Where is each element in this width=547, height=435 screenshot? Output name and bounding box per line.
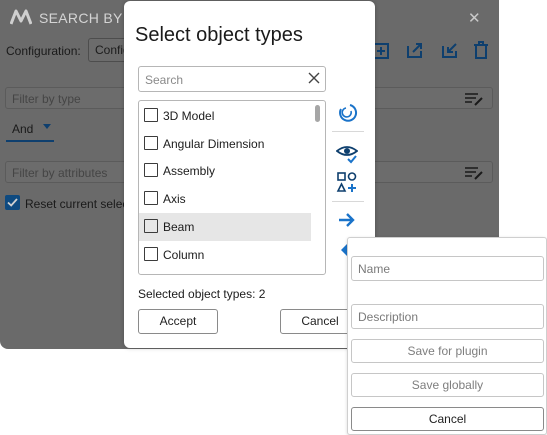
configuration-label: Configuration: xyxy=(6,44,81,58)
filter-by-type-placeholder: Filter by type xyxy=(12,92,81,106)
item-checkbox[interactable] xyxy=(144,136,158,150)
toolbar-separator xyxy=(332,201,364,202)
search-box xyxy=(138,66,326,93)
list-item[interactable]: Angular Dimension xyxy=(139,130,311,158)
background-window-title: SEARCH BY C xyxy=(39,10,137,26)
name-input[interactable] xyxy=(351,256,544,281)
item-label: Angular Dimension xyxy=(163,137,265,151)
item-label: Column xyxy=(163,248,205,262)
object-type-list[interactable]: 3D Model Angular Dimension Assembly Axis… xyxy=(138,100,326,275)
item-label: Beam xyxy=(163,220,195,234)
item-checkbox[interactable] xyxy=(144,191,158,205)
item-label: Assembly xyxy=(163,164,216,178)
popup-cancel-button[interactable]: Cancel xyxy=(351,407,544,431)
item-label: Axis xyxy=(163,192,186,206)
refresh-icon[interactable] xyxy=(336,101,358,123)
item-checkbox[interactable] xyxy=(144,247,158,261)
reset-selection-checkbox[interactable] xyxy=(5,195,20,210)
add-configuration-icon[interactable] xyxy=(372,40,392,60)
export-icon[interactable] xyxy=(405,40,425,60)
accept-button[interactable]: Accept xyxy=(138,309,218,334)
list-item-partial[interactable] xyxy=(139,269,311,274)
app-logo-icon xyxy=(9,9,33,28)
list-item[interactable]: Assembly xyxy=(139,157,311,185)
list-item[interactable]: Axis xyxy=(139,185,311,213)
description-input[interactable] xyxy=(351,304,544,329)
delete-icon[interactable] xyxy=(471,40,491,60)
filter-by-attributes-placeholder: Filter by attributes xyxy=(12,166,108,180)
clear-search-icon[interactable] xyxy=(307,71,321,88)
background-close-icon[interactable]: ✕ xyxy=(468,9,481,27)
item-checkbox[interactable] xyxy=(144,219,158,233)
operator-underline xyxy=(6,140,54,142)
dialog-title: Select object types xyxy=(135,24,303,46)
save-configuration-popup: Save for plugin Save globally Cancel xyxy=(347,237,547,435)
arrow-right-icon[interactable] xyxy=(336,209,358,231)
list-item[interactable]: 3D Model xyxy=(139,102,311,130)
item-label: 3D Model xyxy=(163,109,215,123)
chevron-down-icon[interactable] xyxy=(43,124,51,129)
save-globally-button[interactable]: Save globally xyxy=(351,373,544,397)
selected-count-label: Selected object types: 2 xyxy=(138,287,266,301)
search-input[interactable] xyxy=(139,67,307,93)
toolbar-separator xyxy=(332,131,364,132)
item-checkbox[interactable] xyxy=(144,163,158,177)
list-item[interactable]: Beam xyxy=(139,213,311,241)
list-scrollbar[interactable] xyxy=(315,105,320,122)
select-object-types-dialog: Select object types 3D Model Angular Dim… xyxy=(124,1,375,348)
reset-selection-label: Reset current selec xyxy=(25,197,129,211)
item-checkbox[interactable] xyxy=(144,108,158,122)
operator-select[interactable]: And xyxy=(12,122,33,136)
edit-list-icon[interactable] xyxy=(464,165,484,187)
list-item[interactable]: Column xyxy=(139,241,311,269)
import-icon[interactable] xyxy=(440,40,460,60)
edit-list-icon[interactable] xyxy=(464,91,484,113)
shapes-icon[interactable] xyxy=(336,171,358,193)
show-selected-icon[interactable] xyxy=(335,142,359,164)
save-for-plugin-button[interactable]: Save for plugin xyxy=(351,339,544,363)
